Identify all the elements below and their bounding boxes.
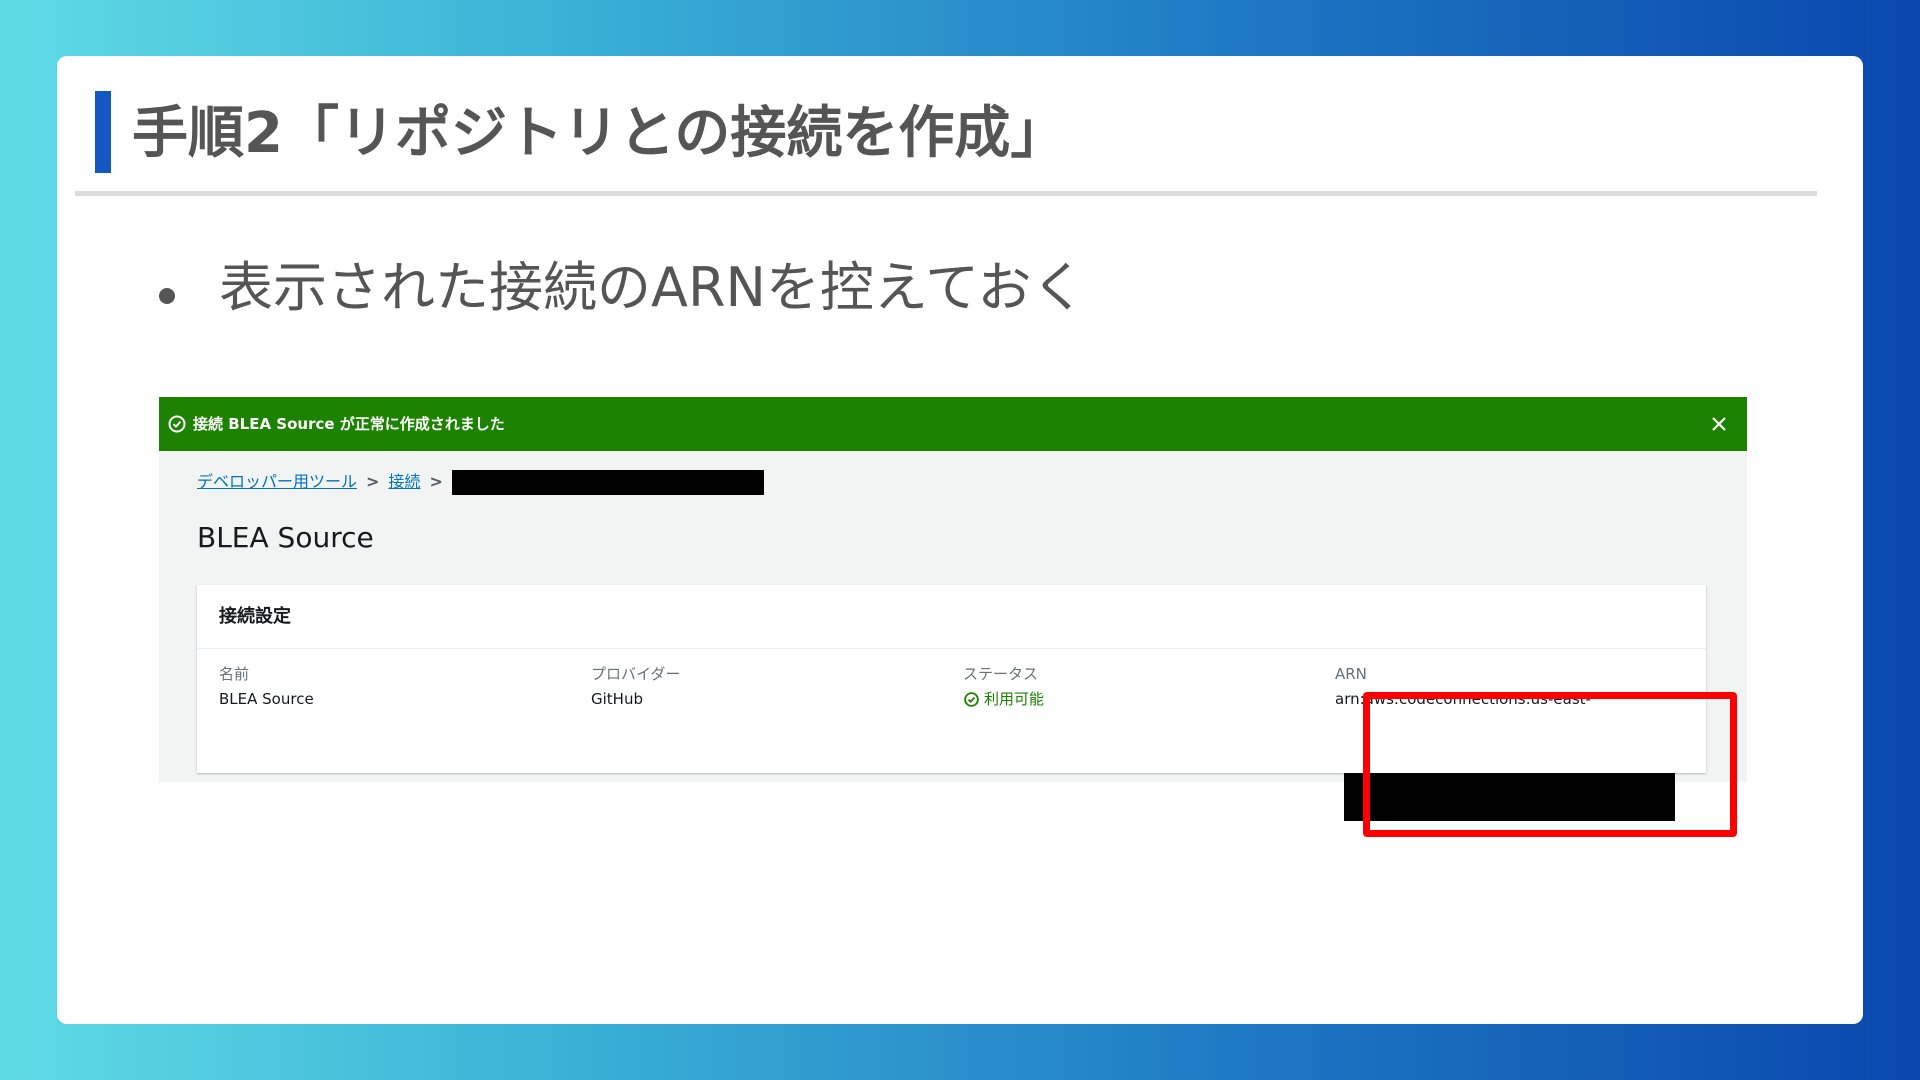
page-title: BLEA Source <box>197 521 374 554</box>
field-arn-label: ARN <box>1335 665 1367 683</box>
slide: 手順2「リポジトリとの接続を作成」 表示された接続のARNを控えておく 接続 B… <box>57 56 1863 1024</box>
bullet-text-content: 表示された接続のARNを控えておく <box>219 256 1086 319</box>
title-accent-bar <box>95 91 111 173</box>
field-provider-value: GitHub <box>591 690 643 708</box>
field-provider: プロバイダー GitHub <box>591 662 680 712</box>
breadcrumb-connections[interactable]: 接続 <box>388 472 420 491</box>
title-divider <box>75 191 1817 196</box>
check-circle-icon <box>168 415 186 433</box>
breadcrumb: デベロッパー用ツール > 接続 > <box>197 467 764 497</box>
field-name-label: 名前 <box>219 665 250 683</box>
bullet-text: 表示された接続のARNを控えておく <box>161 248 1086 328</box>
flash-message: 接続 BLEA Source が正常に作成されました <box>193 415 505 433</box>
success-flash-banner: 接続 BLEA Source が正常に作成されました <box>159 397 1747 451</box>
field-status-value: 利用可能 <box>963 686 1044 712</box>
field-status: ステータス 利用可能 <box>963 662 1044 712</box>
field-status-label: ステータス <box>963 665 1039 683</box>
field-name: 名前 BLEA Source <box>219 662 314 712</box>
breadcrumb-separator: > <box>429 472 443 491</box>
close-icon[interactable] <box>1707 412 1731 436</box>
breadcrumb-developer-tools[interactable]: デベロッパー用ツール <box>197 472 357 491</box>
breadcrumb-separator: > <box>366 472 380 491</box>
check-circle-icon <box>964 692 979 707</box>
arn-highlight-box <box>1363 692 1737 837</box>
status-text: 利用可能 <box>984 690 1045 708</box>
slide-title: 手順2「リポジトリとの接続を作成」 <box>132 101 1067 166</box>
redacted-connection-id <box>451 470 764 495</box>
field-name-value: BLEA Source <box>219 690 314 708</box>
card-header: 接続設定 <box>197 585 1706 649</box>
card-title: 接続設定 <box>219 606 291 627</box>
field-provider-label: プロバイダー <box>591 665 681 683</box>
